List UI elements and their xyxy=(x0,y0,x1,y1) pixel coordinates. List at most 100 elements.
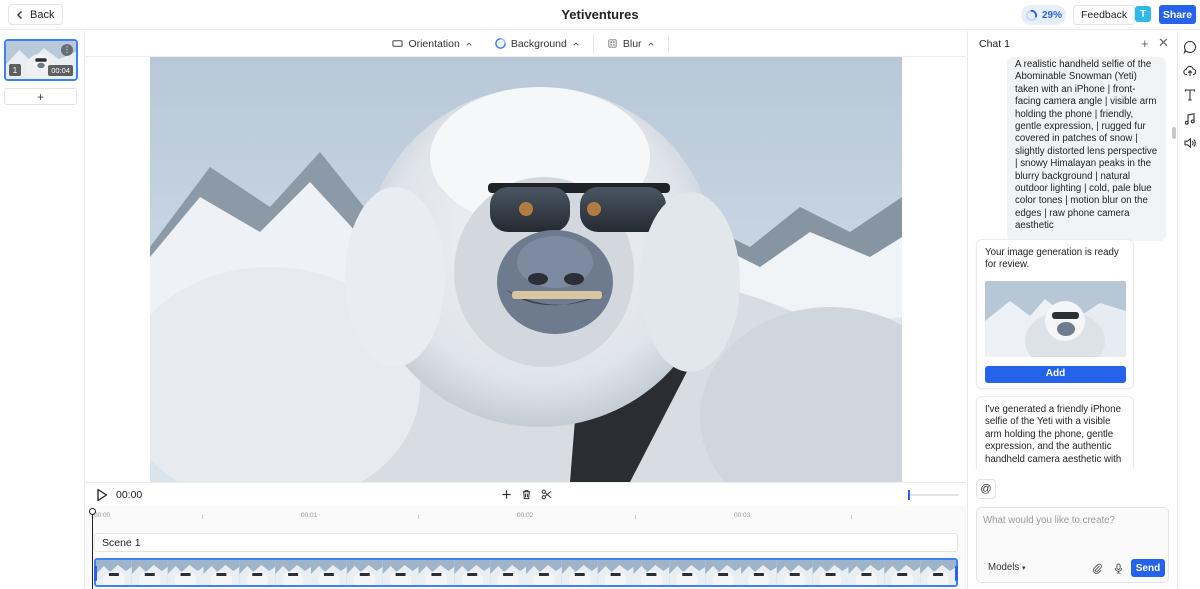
user-avatar[interactable]: T xyxy=(1135,6,1151,22)
clip-filmstrip xyxy=(96,560,956,585)
ai-message-image: Your image generation is ready for revie… xyxy=(976,239,1134,389)
ai-message-text: Your image generation is ready for revie… xyxy=(985,247,1119,271)
chevron-up-icon xyxy=(573,41,579,46)
back-button[interactable]: Back xyxy=(8,4,64,25)
video-preview-image xyxy=(150,57,902,482)
add-clip-button[interactable] xyxy=(500,488,512,501)
chevron-left-icon xyxy=(17,10,22,19)
toolbar-divider xyxy=(667,34,669,53)
blur-icon xyxy=(608,39,617,48)
ai-message-text: I've generated a friendly iPhone selfie … xyxy=(985,404,1122,465)
close-chat-button[interactable]: ✕ xyxy=(1158,36,1169,49)
filmstrip-frame xyxy=(167,560,204,585)
scene-menu-button[interactable]: ⋮ xyxy=(61,44,73,56)
filmstrip-frame xyxy=(96,560,132,585)
toolbar-divider xyxy=(592,34,594,53)
generated-image xyxy=(985,280,1126,357)
microphone-icon xyxy=(1114,562,1122,574)
filmstrip-frame xyxy=(848,560,885,585)
play-icon[interactable] xyxy=(96,488,108,502)
filmstrip-frame xyxy=(311,560,347,585)
right-tool-rail xyxy=(1177,31,1200,589)
rectangle-icon xyxy=(392,40,404,47)
models-dropdown[interactable]: Models ▾ xyxy=(988,562,1025,573)
speaker-icon[interactable] xyxy=(1183,136,1197,150)
paperclip-icon xyxy=(1092,563,1102,574)
progress-ring-icon xyxy=(1025,9,1038,21)
background-label: Background xyxy=(510,37,567,50)
attach-button[interactable] xyxy=(1089,560,1105,576)
tick-label: 00:00 xyxy=(94,512,111,519)
project-title: Yetiventures xyxy=(561,7,639,22)
delete-clip-button[interactable] xyxy=(520,488,532,501)
filmstrip-frame xyxy=(920,560,956,585)
clip-start-handle[interactable] xyxy=(94,566,97,581)
text-icon[interactable] xyxy=(1183,88,1197,102)
timeline-ruler[interactable]: 00:00 00:01 00:02 00:03 xyxy=(86,506,966,524)
scene-track[interactable]: Scene 1 xyxy=(94,533,958,552)
filmstrip-frame xyxy=(418,560,455,585)
clip-end-handle[interactable] xyxy=(955,566,958,581)
cloud-upload-icon[interactable] xyxy=(1183,64,1197,78)
blur-dropdown[interactable]: Blur xyxy=(598,33,664,55)
timeline-zoom-slider[interactable] xyxy=(908,490,958,500)
chevron-down-icon: ▾ xyxy=(1021,565,1026,572)
filmstrip-frame xyxy=(633,560,670,585)
share-button[interactable]: Share xyxy=(1159,5,1196,24)
filmstrip-frame xyxy=(669,560,706,585)
orientation-dropdown[interactable]: Orientation xyxy=(383,33,481,55)
blur-label: Blur xyxy=(622,37,642,50)
chat-scrollbar[interactable] xyxy=(1172,127,1176,139)
tick-label: 00:01 xyxy=(301,512,318,519)
filmstrip-frame xyxy=(131,560,168,585)
top-bar: Back Yetiventures 29% Feedback T Share xyxy=(0,0,1200,30)
mention-button[interactable]: @ xyxy=(976,479,996,499)
playhead-handle[interactable] xyxy=(89,508,96,515)
tick-label: 00:03 xyxy=(734,512,751,519)
chat-composer: Models ▾ Send xyxy=(976,507,1169,583)
generated-image-thumbnail[interactable] xyxy=(985,280,1126,357)
split-clip-button[interactable] xyxy=(540,488,552,501)
ai-message: I've generated a friendly iPhone selfie … xyxy=(976,396,1134,469)
filmstrip-frame xyxy=(812,560,849,585)
scene-thumbnail[interactable]: ⋮ 1 00:04 xyxy=(4,39,78,81)
video-toolbar: Orientation Background Blur xyxy=(86,31,966,57)
background-dropdown[interactable]: Background xyxy=(486,33,589,55)
new-chat-button[interactable]: + xyxy=(1141,37,1149,50)
tick-mark xyxy=(851,515,852,519)
add-image-button[interactable]: Add xyxy=(985,365,1126,383)
current-time: 00:00 xyxy=(116,489,143,501)
tick-mark xyxy=(202,515,203,519)
tick-mark xyxy=(635,515,636,519)
scissors-icon xyxy=(541,489,551,500)
tick-mark xyxy=(418,515,419,519)
zoom-slider-handle[interactable] xyxy=(908,490,910,500)
chat-messages[interactable]: A realistic handheld selfie of the Abomi… xyxy=(968,57,1177,469)
send-button[interactable]: Send xyxy=(1131,559,1165,577)
tick-label: 00:02 xyxy=(517,512,534,519)
generation-progress: 29% xyxy=(1021,5,1066,25)
filmstrip-frame xyxy=(203,560,240,585)
feedback-button[interactable]: Feedback xyxy=(1073,5,1136,25)
filmstrip-frame xyxy=(239,560,276,585)
chevron-up-icon xyxy=(647,41,654,46)
video-preview[interactable] xyxy=(150,57,902,482)
scene-index: 1 xyxy=(9,64,21,76)
chat-header: Chat 1 + ✕ xyxy=(968,31,1177,57)
prompt-input[interactable] xyxy=(983,513,1163,527)
filmstrip-frame xyxy=(741,560,777,585)
timeline: 00:00 00:01 00:02 00:03 Scene 1 xyxy=(86,506,966,589)
microphone-button[interactable] xyxy=(1110,560,1126,576)
progress-percent: 29% xyxy=(1042,9,1063,21)
filmstrip-frame xyxy=(382,560,419,585)
filmstrip-frame xyxy=(526,560,562,585)
video-clip-strip[interactable] xyxy=(94,558,958,587)
chat-title: Chat 1 xyxy=(979,38,1010,50)
playhead[interactable] xyxy=(89,508,96,589)
music-note-icon[interactable] xyxy=(1183,112,1197,126)
user-message: A realistic handheld selfie of the Abomi… xyxy=(1007,57,1166,241)
filmstrip-frame xyxy=(346,560,383,585)
add-scene-button[interactable]: + xyxy=(4,88,77,105)
chat-bubble-icon[interactable] xyxy=(1183,40,1197,54)
video-canvas xyxy=(86,57,966,482)
